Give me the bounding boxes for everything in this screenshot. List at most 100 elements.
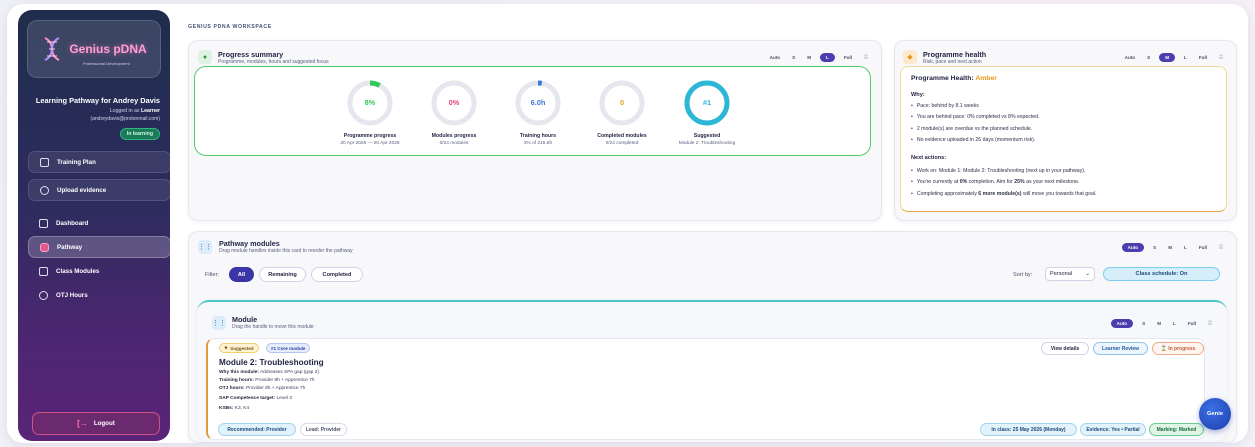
list-item: Pace: behind by 8.1 weeks bbox=[911, 103, 1040, 114]
stat-value: #1 bbox=[702, 98, 712, 107]
stat-sublabel: 0/24 modules bbox=[439, 141, 469, 146]
why-label: Why: bbox=[911, 92, 925, 98]
hourglass-icon: ⌛ bbox=[1160, 345, 1169, 352]
size-selector: Auto S M L Full ⁞⁞ bbox=[767, 53, 871, 62]
evidence-badge: Evidence: Yes • Partial bbox=[1080, 423, 1146, 436]
size-option-full[interactable]: Full bbox=[1196, 54, 1210, 61]
size-option-m[interactable]: M bbox=[1159, 53, 1176, 62]
stat-sublabel: Module 2: Troubleshooting bbox=[678, 141, 736, 146]
size-option-m[interactable]: M bbox=[1154, 320, 1164, 327]
drag-grip-icon[interactable]: ⁞⁞ bbox=[1216, 244, 1226, 252]
list-item: Completing approximately 6 more module(s… bbox=[911, 191, 1097, 202]
size-option-m[interactable]: M bbox=[804, 54, 814, 61]
health-icon: ◆ bbox=[903, 50, 917, 64]
stat-label: Suggested bbox=[693, 133, 721, 139]
size-option-l[interactable]: L bbox=[1170, 320, 1179, 327]
stat-label: Programme progress bbox=[343, 133, 397, 139]
module-training-hours: Training hours: Provider 8h + Apprentice… bbox=[219, 378, 315, 383]
brand-name: Genius pDNA bbox=[69, 42, 147, 56]
genie-assistant-button[interactable]: Genie bbox=[1199, 398, 1231, 430]
size-selector: Auto S M L Full ⁞⁞ bbox=[1110, 319, 1215, 328]
size-option-s[interactable]: S bbox=[1139, 320, 1148, 327]
drag-grip-icon[interactable]: ⁞⁞ bbox=[1216, 54, 1226, 62]
health-status: Amber bbox=[975, 75, 997, 82]
chevron-down-icon: ⌄ bbox=[1085, 271, 1090, 277]
suggested-badge: ★ Suggested bbox=[219, 343, 259, 353]
filter-completed[interactable]: Completed bbox=[311, 267, 363, 282]
logout-button[interactable]: [→ Logout bbox=[32, 412, 160, 435]
card-title: Progress summary bbox=[218, 50, 284, 59]
stat-value: 0% bbox=[448, 98, 460, 107]
module-detail: ★ Suggested #1 Core module Module 2: Trou… bbox=[206, 338, 1205, 440]
user-email: (andreydavis@protonmail.com) bbox=[90, 116, 160, 122]
logout-icon: [→ bbox=[77, 419, 88, 428]
size-option-s[interactable]: S bbox=[1144, 54, 1153, 61]
module-sap-target: SAP Competence target: Level 3 bbox=[219, 396, 292, 401]
progress-stats-panel: 8% Programme progress 20 Apr 2026 — 20 Apr… bbox=[194, 66, 871, 156]
size-option-auto[interactable]: Auto bbox=[1121, 243, 1145, 252]
list-item: 2 module(s) are overdue vs the planned s… bbox=[911, 126, 1040, 137]
star-icon: ★ bbox=[224, 345, 229, 350]
drag-handle-icon[interactable]: ⋮⋮ bbox=[198, 240, 212, 254]
size-option-full[interactable]: Full bbox=[1185, 320, 1199, 327]
filter-label: Filter: bbox=[205, 272, 219, 278]
stat-value: 8% bbox=[364, 98, 376, 107]
size-option-l[interactable]: L bbox=[1181, 244, 1190, 251]
health-heading: Programme Health: Amber bbox=[911, 75, 997, 82]
programme-health-card: ◆ Programme health Risk, pace and next a… bbox=[894, 40, 1237, 221]
size-option-l[interactable]: L bbox=[820, 53, 835, 62]
filter-all[interactable]: All bbox=[229, 267, 254, 282]
card-subtitle: Drag the handle to move this module bbox=[232, 324, 314, 330]
drag-handle-icon[interactable]: ⋮⋮ bbox=[212, 316, 226, 330]
drag-grip-icon[interactable]: ⁞⁞ bbox=[1205, 320, 1215, 328]
in-progress-badge: ⌛ In progress bbox=[1152, 342, 1204, 355]
card-title: Programme health bbox=[923, 50, 987, 59]
health-panel: Programme Health: Amber Why: Pace: behin… bbox=[900, 66, 1227, 212]
dashboard-icon bbox=[39, 218, 48, 228]
sort-label: Sort by: bbox=[1013, 272, 1033, 278]
view-details-button[interactable]: View details bbox=[1041, 342, 1089, 355]
size-option-l[interactable]: L bbox=[1181, 54, 1190, 61]
filter-remaining[interactable]: Remaining bbox=[259, 267, 306, 282]
module-why: Why this module: Addresses SPA gap (gap … bbox=[219, 370, 319, 375]
sort-select[interactable]: Personal ⌄ bbox=[1045, 267, 1095, 281]
stat-sublabel: 3% of 215.5h bbox=[523, 141, 553, 146]
module-name: Module 2: Troubleshooting bbox=[219, 358, 324, 367]
list-item: You're currently at 0% completion. Aim f… bbox=[911, 179, 1096, 190]
sidebar-item-pathway[interactable]: Pathway bbox=[28, 236, 170, 258]
sidebar: Genius pDNA Professional Development Lea… bbox=[18, 10, 170, 441]
status-badge: In learning bbox=[119, 128, 160, 140]
sidebar-item-upload-evidence[interactable]: Upload evidence bbox=[28, 179, 170, 201]
sidebar-item-training-plan[interactable]: Training Plan bbox=[28, 151, 170, 173]
stat-label: Modules progress bbox=[431, 133, 477, 139]
size-option-full[interactable]: Full bbox=[841, 54, 855, 61]
sidebar-item-class-modules[interactable]: Class Modules bbox=[28, 260, 170, 282]
sidebar-item-otj-hours[interactable]: OTJ Hours bbox=[28, 284, 170, 306]
card-subtitle: Risk, pace and next action bbox=[923, 59, 982, 65]
card-title: Module bbox=[232, 315, 258, 324]
marking-badge: Marking: Marked bbox=[1149, 423, 1204, 436]
pathway-owner-title: Learning Pathway for Andrey Davis bbox=[35, 96, 160, 105]
size-option-auto[interactable]: Auto bbox=[767, 54, 783, 61]
size-option-auto[interactable]: Auto bbox=[1110, 319, 1134, 328]
size-option-s[interactable]: S bbox=[789, 54, 798, 61]
clock-icon bbox=[39, 290, 48, 300]
drag-grip-icon[interactable]: ⁞⁞ bbox=[861, 54, 871, 62]
size-option-m[interactable]: M bbox=[1165, 244, 1175, 251]
size-option-s[interactable]: S bbox=[1150, 244, 1159, 251]
learner-review-button[interactable]: Learner Review bbox=[1093, 342, 1148, 355]
stat-label: Completed modules bbox=[597, 133, 647, 139]
next-actions-label: Next actions: bbox=[911, 155, 947, 161]
list-item: Work on: Module 1: Module 2: Troubleshoo… bbox=[911, 168, 1096, 179]
class-schedule-toggle[interactable]: Class schedule: On bbox=[1103, 267, 1220, 281]
brand-tagline: Professional Development bbox=[83, 61, 130, 66]
size-option-auto[interactable]: Auto bbox=[1122, 54, 1138, 61]
in-class-badge: In class: 25 May 2026 (Monday) bbox=[980, 423, 1077, 436]
stat-sublabel: 0/24 completed bbox=[605, 141, 639, 146]
brand-logo[interactable]: Genius pDNA Professional Development bbox=[27, 20, 161, 78]
dna-logo-icon bbox=[44, 37, 60, 61]
size-option-full[interactable]: Full bbox=[1196, 244, 1210, 251]
stat-label: Training hours bbox=[519, 133, 557, 139]
card-subtitle: Drag module handles inside this card to … bbox=[219, 248, 353, 254]
sidebar-item-dashboard[interactable]: Dashboard bbox=[28, 212, 170, 234]
